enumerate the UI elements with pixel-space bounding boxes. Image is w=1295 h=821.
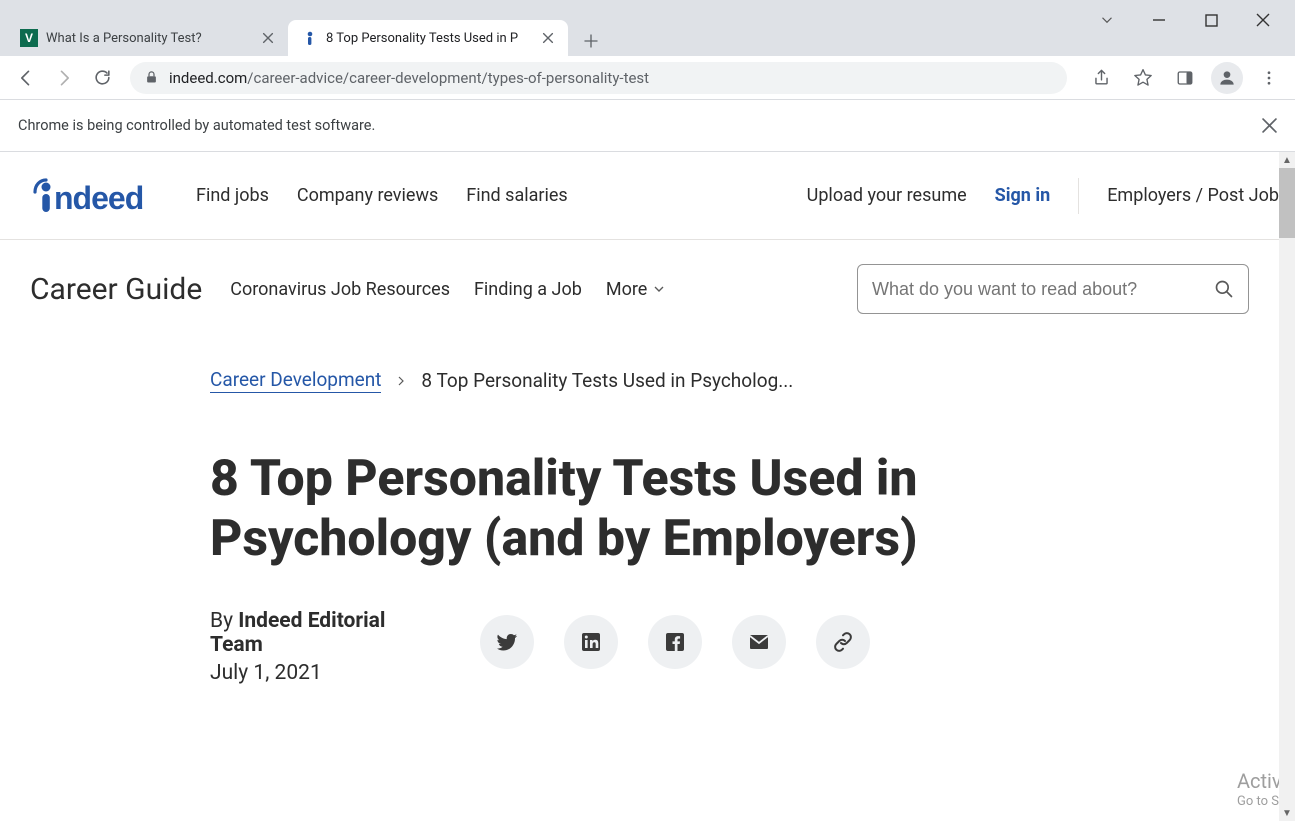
svg-text:ndeed: ndeed xyxy=(54,180,143,216)
share-link-button[interactable] xyxy=(816,615,870,669)
profile-icon[interactable] xyxy=(1211,62,1243,94)
infobar-text: Chrome is being controlled by automated … xyxy=(18,117,375,134)
nav-upload-resume[interactable]: Upload your resume xyxy=(807,185,967,206)
nav-find-jobs[interactable]: Find jobs xyxy=(196,185,269,206)
share-facebook-button[interactable] xyxy=(648,615,702,669)
reload-button[interactable] xyxy=(86,62,118,94)
divider xyxy=(1078,178,1079,214)
lock-icon xyxy=(144,70,159,85)
scrollbar-track[interactable]: ▲ ▼ xyxy=(1279,152,1295,821)
chevron-down-icon xyxy=(651,281,667,297)
scrollbar-thumb[interactable] xyxy=(1279,168,1295,238)
address-bar[interactable]: indeed.com/career-advice/career-developm… xyxy=(130,62,1067,94)
forward-button[interactable] xyxy=(48,62,80,94)
favicon-verywell: V xyxy=(20,29,38,47)
share-linkedin-button[interactable] xyxy=(564,615,618,669)
scroll-up-icon[interactable]: ▲ xyxy=(1279,152,1295,168)
close-icon[interactable] xyxy=(1262,118,1277,133)
side-panel-icon[interactable] xyxy=(1169,62,1201,94)
scroll-down-icon[interactable]: ▼ xyxy=(1279,805,1295,821)
share-email-button[interactable] xyxy=(732,615,786,669)
menu-icon[interactable] xyxy=(1253,62,1285,94)
new-tab-button[interactable] xyxy=(576,26,606,56)
tab-title: 8 Top Personality Tests Used in P xyxy=(326,31,532,46)
back-button[interactable] xyxy=(10,62,42,94)
nav-find-salaries[interactable]: Find salaries xyxy=(466,185,567,206)
nav-sign-in[interactable]: Sign in xyxy=(995,185,1051,206)
breadcrumb: Career Development 8 Top Personality Tes… xyxy=(210,368,1070,393)
subnav-finding-job[interactable]: Finding a Job xyxy=(474,279,582,300)
close-icon[interactable] xyxy=(260,30,276,46)
tab-strip: V What Is a Personality Test? 8 Top Pers… xyxy=(0,12,1295,56)
window-maximize-button[interactable] xyxy=(1197,6,1225,34)
search-icon[interactable] xyxy=(1214,279,1234,299)
close-icon[interactable] xyxy=(540,30,556,46)
share-icon[interactable] xyxy=(1085,62,1117,94)
breadcrumb-current: 8 Top Personality Tests Used in Psycholo… xyxy=(421,369,793,392)
browser-tab-2[interactable]: 8 Top Personality Tests Used in P xyxy=(288,20,568,56)
site-header: ndeed Find jobs Company reviews Find sal… xyxy=(0,152,1279,240)
byline: By Indeed Editorial Team July 1, 2021 xyxy=(210,609,420,685)
window-close-button[interactable] xyxy=(1249,6,1277,34)
star-icon[interactable] xyxy=(1127,62,1159,94)
browser-tab-1[interactable]: V What Is a Personality Test? xyxy=(8,20,288,56)
nav-employers[interactable]: Employers / Post Job xyxy=(1107,185,1279,206)
share-twitter-button[interactable] xyxy=(480,615,534,669)
svg-text:V: V xyxy=(25,31,33,45)
nav-company-reviews[interactable]: Company reviews xyxy=(297,185,438,206)
breadcrumb-parent[interactable]: Career Development xyxy=(210,368,381,393)
career-guide-title[interactable]: Career Guide xyxy=(30,272,202,307)
subheader: Career Guide Coronavirus Job Resources F… xyxy=(0,240,1279,322)
automation-infobar: Chrome is being controlled by automated … xyxy=(0,100,1295,152)
search-input[interactable] xyxy=(872,279,1204,300)
window-minimize-button[interactable] xyxy=(1145,6,1173,34)
favicon-indeed xyxy=(300,29,318,47)
chevron-right-icon xyxy=(395,375,407,387)
chevron-down-icon[interactable] xyxy=(1093,6,1121,34)
url-text: indeed.com/career-advice/career-developm… xyxy=(169,69,649,87)
subnav-coronavirus[interactable]: Coronavirus Job Resources xyxy=(230,279,450,300)
article-title: 8 Top Personality Tests Used in Psycholo… xyxy=(210,449,1070,569)
indeed-logo[interactable]: ndeed xyxy=(30,176,168,216)
tab-title: What Is a Personality Test? xyxy=(46,31,252,46)
subnav-more[interactable]: More xyxy=(606,279,667,300)
publish-date: July 1, 2021 xyxy=(210,661,420,685)
search-box[interactable] xyxy=(857,264,1249,314)
more-label: More xyxy=(606,279,647,300)
browser-toolbar: indeed.com/career-advice/career-developm… xyxy=(0,56,1295,100)
